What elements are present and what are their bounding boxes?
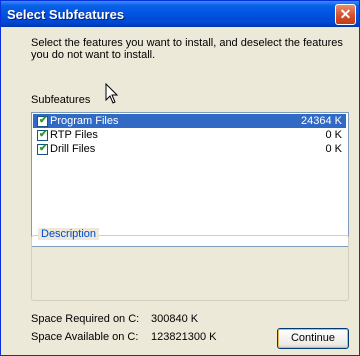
drill-files-checkbox[interactable]: ✔ [37, 143, 48, 155]
checkmark-icon: ✔ [39, 129, 48, 140]
list-item-program-files[interactable]: ✔ Program Files 24364 K [33, 114, 346, 128]
checkmark-icon: ✔ [39, 115, 48, 126]
program-files-checkbox[interactable]: ✔ [37, 115, 48, 127]
subfeatures-list[interactable]: ✔ Program Files 24364 K ✔ RTP Files 0 K … [31, 112, 349, 247]
title-bar[interactable]: Select Subfeatures ✕ [1, 1, 359, 27]
feature-size: 24364 K [301, 115, 342, 127]
feature-name: Program Files [50, 115, 119, 127]
intro-text: Select the features you want to install,… [31, 37, 343, 61]
window-title: Select Subfeatures [7, 7, 125, 22]
description-group: Description [31, 228, 349, 301]
close-icon: ✕ [339, 6, 352, 22]
subfeatures-label: Subfeatures [31, 94, 91, 106]
description-title: Description [38, 228, 100, 240]
space-required-value: 300840 K [151, 313, 199, 325]
list-item-rtp-files[interactable]: ✔ RTP Files 0 K [33, 128, 346, 142]
select-subfeatures-dialog: Select Subfeatures ✕ Select the features… [0, 0, 360, 356]
checkmark-icon: ✔ [39, 143, 48, 154]
rtp-files-checkbox[interactable]: ✔ [37, 129, 48, 141]
continue-button[interactable]: Continue [277, 328, 349, 349]
arrow-cursor-icon [105, 83, 119, 104]
feature-size: 0 K [325, 143, 342, 155]
space-available-label: Space Available on C: [31, 331, 139, 343]
space-available-value: 123821300 K [151, 331, 217, 343]
feature-size: 0 K [325, 129, 342, 141]
space-required-label: Space Required on C: [31, 313, 140, 325]
feature-name: RTP Files [50, 129, 98, 141]
feature-name: Drill Files [50, 143, 96, 155]
close-button[interactable]: ✕ [335, 4, 356, 25]
list-item-drill-files[interactable]: ✔ Drill Files 0 K [33, 142, 346, 156]
